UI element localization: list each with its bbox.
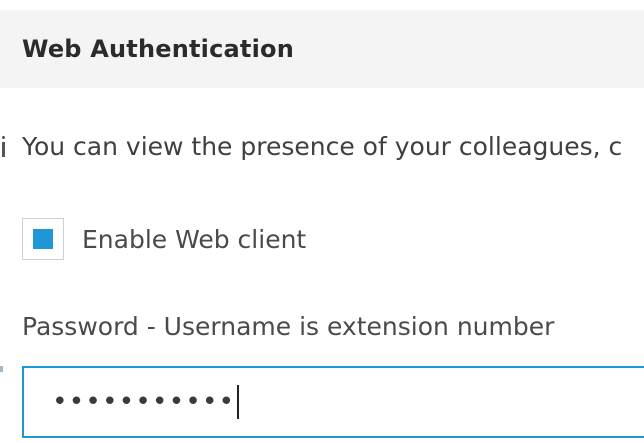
password-field-label: Password - Username is extension number: [22, 312, 555, 341]
web-authentication-page: Web Authentication You can view the pres…: [0, 0, 644, 443]
section-title: Web Authentication: [22, 35, 295, 63]
checkbox-checked-indicator: [33, 229, 53, 249]
section-header: Web Authentication: [0, 10, 644, 88]
edge-mark: [0, 366, 3, 372]
enable-web-client-checkbox[interactable]: [22, 218, 64, 260]
password-value: •••••••••••: [52, 387, 236, 417]
info-line: You can view the presence of your collea…: [0, 128, 622, 164]
text-caret: [237, 385, 240, 419]
info-icon: [0, 134, 6, 158]
enable-web-client-label[interactable]: Enable Web client: [82, 225, 306, 254]
info-text: You can view the presence of your collea…: [22, 131, 623, 161]
enable-web-client-row[interactable]: Enable Web client: [22, 216, 306, 262]
password-input[interactable]: •••••••••••: [22, 366, 644, 438]
